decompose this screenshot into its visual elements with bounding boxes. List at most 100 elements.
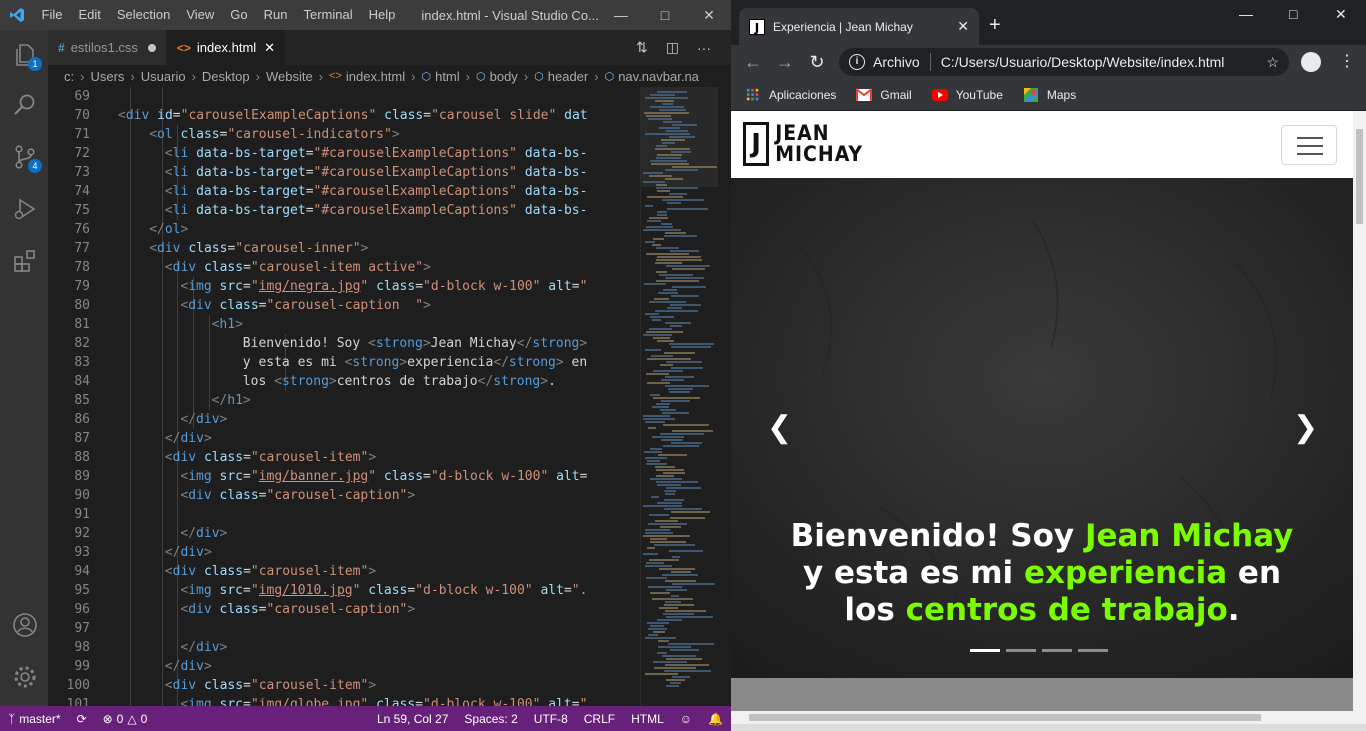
- settings-gear-icon[interactable]: [12, 664, 38, 690]
- breadcrumb-item[interactable]: nav.navbar.na: [618, 69, 699, 84]
- minimap-line: [647, 460, 660, 462]
- carousel-indicator[interactable]: [970, 649, 1000, 652]
- carousel-prev-icon[interactable]: ❮: [767, 410, 792, 445]
- menu-item-go[interactable]: Go: [222, 0, 255, 30]
- line-number: 72: [74, 146, 90, 161]
- indentation-status[interactable]: Spaces: 2: [456, 712, 525, 726]
- page-horizontal-scrollbar[interactable]: [731, 711, 1366, 724]
- carousel-indicator[interactable]: [1006, 649, 1036, 652]
- carousel-next-icon[interactable]: ❯: [1293, 410, 1318, 445]
- minimap-line: [659, 607, 678, 609]
- breadcrumb-item[interactable]: Website: [266, 69, 313, 84]
- minimap-line: [666, 589, 687, 591]
- breadcrumb-item[interactable]: html: [435, 69, 460, 84]
- menu-item-view[interactable]: View: [178, 0, 222, 30]
- breadcrumb-item[interactable]: c:: [64, 69, 74, 84]
- minimap-line: [643, 535, 690, 537]
- search-icon[interactable]: [12, 92, 38, 118]
- line-number: 79: [74, 279, 90, 294]
- account-icon[interactable]: [12, 612, 38, 638]
- close-tab-icon[interactable]: ✕: [264, 40, 275, 56]
- breadcrumb-item[interactable]: index.html: [346, 69, 405, 84]
- minimize-icon[interactable]: —: [1239, 6, 1253, 22]
- notifications-bell-icon[interactable]: 🔔: [700, 712, 731, 726]
- menu-bar: File Edit Selection View Go Run Terminal Help: [34, 0, 404, 30]
- language-mode[interactable]: HTML: [623, 712, 672, 726]
- chrome-menu-icon[interactable]: ⋮: [1339, 51, 1355, 71]
- breadcrumb-item[interactable]: Users: [90, 69, 124, 84]
- menu-item-run[interactable]: Run: [256, 0, 296, 30]
- profile-avatar-icon[interactable]: [1301, 52, 1321, 72]
- menu-item-file[interactable]: File: [34, 0, 71, 30]
- carousel-indicator[interactable]: [1042, 649, 1072, 652]
- minimap-line: [650, 541, 686, 543]
- site-info-icon[interactable]: i: [849, 54, 865, 70]
- minimap-line: [666, 679, 685, 681]
- address-bar[interactable]: i Archivo C:/Users/Usuario/Desktop/Websi…: [839, 48, 1289, 76]
- source-control-icon[interactable]: 4: [12, 144, 42, 173]
- site-logo[interactable]: J JEAN MICHAY: [743, 120, 863, 168]
- close-tab-icon[interactable]: ✕: [957, 18, 969, 35]
- more-actions-icon[interactable]: ···: [697, 40, 711, 56]
- navbar-toggler-hamburger-icon[interactable]: [1281, 125, 1337, 165]
- menu-item-edit[interactable]: Edit: [70, 0, 108, 30]
- code-line: Bienvenido! Soy <strong>Jean Michay</str…: [242, 336, 588, 351]
- menu-item-terminal[interactable]: Terminal: [296, 0, 361, 30]
- explorer-icon[interactable]: 1: [12, 42, 42, 71]
- minimap[interactable]: [640, 87, 719, 706]
- close-icon[interactable]: ✕: [687, 0, 731, 30]
- line-number: 92: [74, 526, 90, 541]
- tab-estilos1-css[interactable]: # estilos1.css: [48, 30, 167, 65]
- breadcrumb-item[interactable]: Usuario: [141, 69, 186, 84]
- code-line: </div>: [164, 431, 212, 446]
- code-line: y esta es mi <strong>experiencia</strong…: [242, 355, 588, 370]
- minimap-line: [653, 397, 700, 399]
- new-tab-icon[interactable]: +: [989, 14, 1001, 37]
- bookmark-aplicaciones[interactable]: Aplicaciones: [745, 88, 836, 102]
- minimap-line: [658, 292, 678, 294]
- sync-icon[interactable]: ⟳: [69, 712, 95, 726]
- css-file-icon: #: [58, 40, 65, 55]
- bookmark-gmail[interactable]: Gmail: [856, 88, 912, 102]
- scrollbar-thumb[interactable]: [1356, 129, 1363, 224]
- unsaved-dot-icon[interactable]: [147, 43, 156, 52]
- page-vertical-scrollbar[interactable]: [1353, 111, 1366, 711]
- close-icon[interactable]: ✕: [1335, 6, 1347, 23]
- minimap-line: [645, 457, 667, 459]
- encoding-status[interactable]: UTF-8: [526, 712, 576, 726]
- back-arrow-icon[interactable]: ←: [737, 52, 769, 73]
- minimap-line: [668, 643, 714, 645]
- breadcrumb-item[interactable]: body: [490, 69, 518, 84]
- address-url[interactable]: C:/Users/Usuario/Desktop/Website/index.h…: [941, 54, 1225, 70]
- problems-status[interactable]: ⊗ 0 △ 0: [95, 712, 156, 726]
- bookmark-youtube[interactable]: YouTube: [931, 88, 1003, 102]
- forward-arrow-icon[interactable]: →: [769, 52, 801, 73]
- feedback-icon[interactable]: ☺: [672, 712, 700, 726]
- bookmark-maps[interactable]: Maps: [1023, 87, 1076, 102]
- breadcrumb: c: › Users › Usuario › Desktop › Website › <> index…: [48, 65, 731, 87]
- extensions-icon[interactable]: [12, 248, 38, 274]
- maximize-icon[interactable]: □: [1289, 6, 1297, 22]
- split-editor-icon[interactable]: ◫: [666, 39, 679, 56]
- code-editor[interactable]: 69 70 71 72 73 74 75 76 77 78 79 80 81 82 83 84 85 86 87 88…: [48, 87, 640, 706]
- menu-item-help[interactable]: Help: [361, 0, 404, 30]
- breadcrumb-item[interactable]: Desktop: [202, 69, 250, 84]
- browser-tab[interactable]: J Experiencia | Jean Michay ✕: [739, 8, 979, 45]
- minimize-icon[interactable]: —: [599, 0, 643, 30]
- run-debug-icon[interactable]: [12, 196, 38, 222]
- scrollbar-thumb[interactable]: [749, 714, 1261, 721]
- reload-icon[interactable]: ↻: [801, 52, 833, 73]
- open-changes-icon[interactable]: ⇅: [636, 39, 648, 56]
- tab-index-html[interactable]: <> index.html ✕: [166, 30, 287, 65]
- breadcrumb-item[interactable]: header: [548, 69, 588, 84]
- minimap-line: [657, 484, 681, 486]
- branch-status[interactable]: ᛉ master*: [0, 712, 69, 726]
- cursor-position[interactable]: Ln 59, Col 27: [369, 712, 456, 726]
- maximize-icon[interactable]: □: [643, 0, 687, 30]
- eol-status[interactable]: CRLF: [576, 712, 623, 726]
- minimap-line: [669, 343, 714, 345]
- menu-item-selection[interactable]: Selection: [109, 0, 178, 30]
- editor-scrollbar[interactable]: [718, 87, 731, 706]
- carousel-indicator[interactable]: [1078, 649, 1108, 652]
- bookmark-star-icon[interactable]: ☆: [1266, 54, 1279, 71]
